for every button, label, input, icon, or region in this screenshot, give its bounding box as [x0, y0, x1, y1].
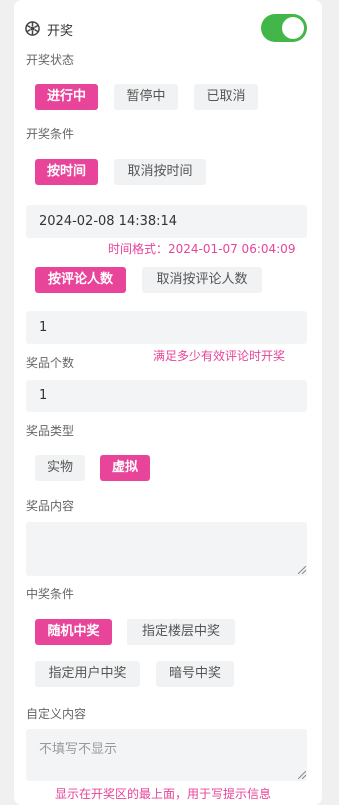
- status-label: 开奖状态: [26, 53, 75, 67]
- custom-content-hint: 显示在开奖区的最上面，用于写提示信息: [55, 787, 272, 801]
- win-by-user-button[interactable]: 指定用户中奖: [35, 661, 140, 687]
- prize-type-virtual[interactable]: 虚拟: [100, 455, 150, 481]
- status-option-cancelled[interactable]: 已取消: [194, 84, 258, 110]
- by-time-button[interactable]: 按时间: [35, 159, 98, 185]
- prize-type-physical[interactable]: 实物: [35, 455, 85, 481]
- status-option-paused[interactable]: 暂停中: [114, 84, 178, 110]
- draw-settings-panel: 开奖 开奖状态 进行中 暂停中 已取消 开奖条件 按时间 取消按时间 2024-…: [14, 0, 322, 805]
- win-by-password-button[interactable]: 暗号中奖: [156, 661, 234, 687]
- win-condition-label: 中奖条件: [26, 587, 75, 601]
- custom-content-label: 自定义内容: [26, 707, 87, 721]
- prize-content-textarea[interactable]: [26, 522, 307, 576]
- comment-count-input[interactable]: 1: [26, 311, 307, 344]
- cancel-by-comment-count-button[interactable]: 取消按评论人数: [142, 267, 262, 293]
- prize-count-input[interactable]: 1: [26, 380, 307, 412]
- by-comment-count-button[interactable]: 按评论人数: [35, 267, 126, 293]
- prize-count-label: 奖品个数: [26, 356, 75, 370]
- comment-count-hint: 满足多少有效评论时开奖: [153, 349, 286, 363]
- win-random-button[interactable]: 随机中奖: [35, 619, 112, 645]
- win-by-floor-button[interactable]: 指定楼层中奖: [127, 619, 235, 645]
- draw-time-input[interactable]: 2024-02-08 14:38:14: [26, 205, 307, 238]
- resize-handle-icon[interactable]: [298, 566, 306, 574]
- draw-enabled-toggle[interactable]: [261, 14, 307, 42]
- toggle-knob: [282, 17, 304, 39]
- status-option-active[interactable]: 进行中: [35, 84, 98, 110]
- custom-content-textarea[interactable]: 不填写不显示: [26, 729, 307, 781]
- resize-handle-icon[interactable]: [298, 771, 306, 779]
- header-title: 开奖: [47, 24, 74, 39]
- prize-content-label: 奖品内容: [26, 499, 75, 513]
- cancel-by-time-button[interactable]: 取消按时间: [114, 159, 206, 185]
- prize-type-label: 奖品类型: [26, 424, 75, 438]
- condition-label: 开奖条件: [26, 127, 75, 141]
- aperture-icon: [25, 21, 40, 36]
- time-format-hint: 时间格式：2024-01-07 06:04:09: [108, 242, 296, 256]
